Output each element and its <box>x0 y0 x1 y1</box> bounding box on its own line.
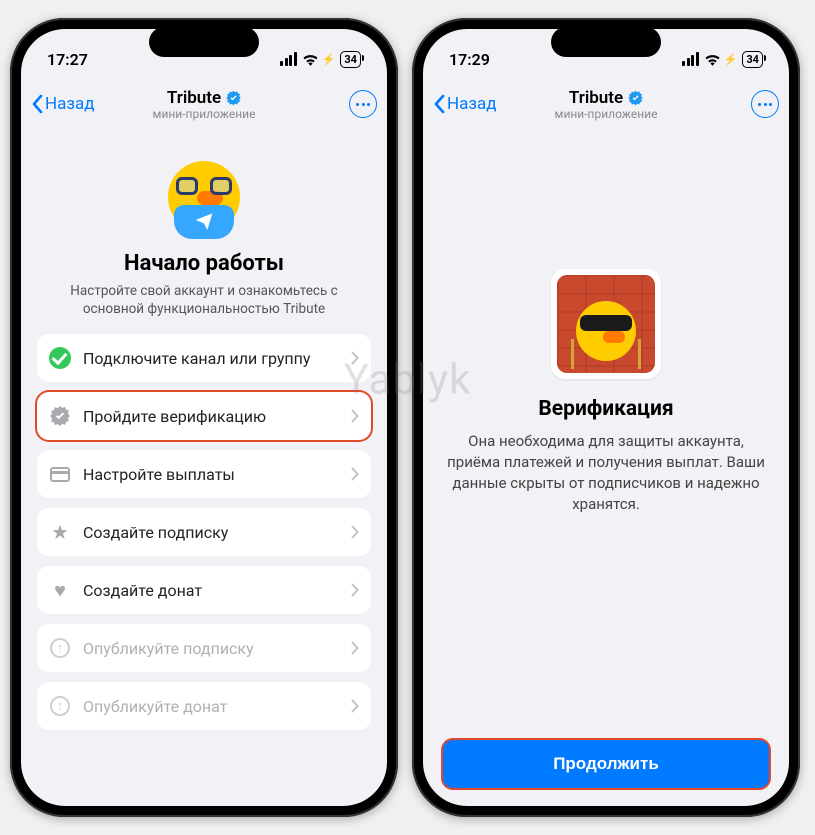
nav-bar: Назад Tribute мини-приложение <box>21 79 387 129</box>
step-label: Создайте подписку <box>83 523 351 542</box>
step-label: Опубликуйте донат <box>83 697 351 716</box>
nav-title-group: Tribute мини-приложение <box>153 88 256 121</box>
verified-icon <box>627 90 643 106</box>
chevron-left-icon <box>433 94 445 114</box>
status-time: 17:27 <box>47 50 107 69</box>
back-label: Назад <box>447 94 497 114</box>
status-indicators: ⚡ 34 <box>682 51 763 68</box>
step-subscription[interactable]: ★ Создайте подписку <box>37 508 371 556</box>
cellular-icon <box>682 52 699 66</box>
page-subtitle: Настройте свой аккаунт и ознакомьтесь с … <box>45 282 363 318</box>
menu-button[interactable] <box>751 90 779 118</box>
chevron-right-icon <box>351 583 359 597</box>
step-label: Подключите канал или группу <box>83 349 351 368</box>
step-payouts[interactable]: Настройте выплаты <box>37 450 371 498</box>
phone-left: 17:27 ⚡ 34 Назад Tribute мини-приложение <box>10 18 398 817</box>
nav-title: Tribute <box>167 88 221 108</box>
charging-icon: ⚡ <box>724 53 738 66</box>
upload-icon <box>49 637 71 659</box>
battery-indicator: 34 <box>742 51 763 68</box>
nav-subtitle: мини-приложение <box>555 107 658 121</box>
back-button[interactable]: Назад <box>433 94 497 114</box>
back-label: Назад <box>45 94 95 114</box>
verification-title: Верификация <box>443 397 769 421</box>
back-button[interactable]: Назад <box>31 94 95 114</box>
upload-icon <box>49 695 71 717</box>
dynamic-island <box>149 27 259 57</box>
step-verification[interactable]: Пройдите верификацию <box>37 392 371 440</box>
battery-indicator: 34 <box>340 51 361 68</box>
verified-icon <box>225 90 241 106</box>
content-area: Начало работы Настройте свой аккаунт и о… <box>21 129 387 806</box>
star-icon: ★ <box>49 521 71 543</box>
wifi-icon <box>302 53 319 66</box>
badge-icon <box>49 405 71 427</box>
step-label: Создайте донат <box>83 581 351 600</box>
content-area: Верификация Она необходима для защиты ак… <box>423 129 789 806</box>
verification-description: Она необходима для защиты аккаунта, приё… <box>447 431 765 515</box>
nav-bar: Назад Tribute мини-приложение <box>423 79 789 129</box>
status-time: 17:29 <box>449 50 509 69</box>
screen-left: 17:27 ⚡ 34 Назад Tribute мини-приложение <box>21 29 387 806</box>
phone-right: 17:29 ⚡ 34 Назад Tribute мини-приложение <box>412 18 800 817</box>
dynamic-island <box>551 27 661 57</box>
ellipsis-icon <box>356 103 370 106</box>
chevron-left-icon <box>31 94 43 114</box>
check-icon <box>49 347 71 369</box>
heart-icon: ♥ <box>49 579 71 601</box>
status-indicators: ⚡ 34 <box>280 51 361 68</box>
chevron-right-icon <box>351 699 359 713</box>
chevron-right-icon <box>351 525 359 539</box>
step-connect-channel[interactable]: Подключите канал или группу <box>37 334 371 382</box>
cellular-icon <box>280 52 297 66</box>
chevron-right-icon <box>351 641 359 655</box>
mascot-image <box>159 147 249 237</box>
nav-title-group: Tribute мини-приложение <box>555 88 658 121</box>
step-publish-subscription[interactable]: Опубликуйте подписку <box>37 624 371 672</box>
step-donation[interactable]: ♥ Создайте донат <box>37 566 371 614</box>
chevron-right-icon <box>351 467 359 481</box>
step-label: Пройдите верификацию <box>83 407 351 426</box>
card-icon <box>49 463 71 485</box>
screen-right: 17:29 ⚡ 34 Назад Tribute мини-приложение <box>423 29 789 806</box>
nav-title: Tribute <box>569 88 623 108</box>
step-label: Опубликуйте подписку <box>83 639 351 658</box>
chevron-right-icon <box>351 409 359 423</box>
chevron-right-icon <box>351 351 359 365</box>
ellipsis-icon <box>758 103 772 106</box>
page-title: Начало работы <box>37 251 371 276</box>
verification-image <box>551 269 661 379</box>
charging-icon: ⚡ <box>322 53 336 66</box>
continue-button[interactable]: Продолжить <box>443 740 769 788</box>
nav-subtitle: мини-приложение <box>153 107 256 121</box>
menu-button[interactable] <box>349 90 377 118</box>
wifi-icon <box>704 53 721 66</box>
step-publish-donation[interactable]: Опубликуйте донат <box>37 682 371 730</box>
step-label: Настройте выплаты <box>83 465 351 484</box>
